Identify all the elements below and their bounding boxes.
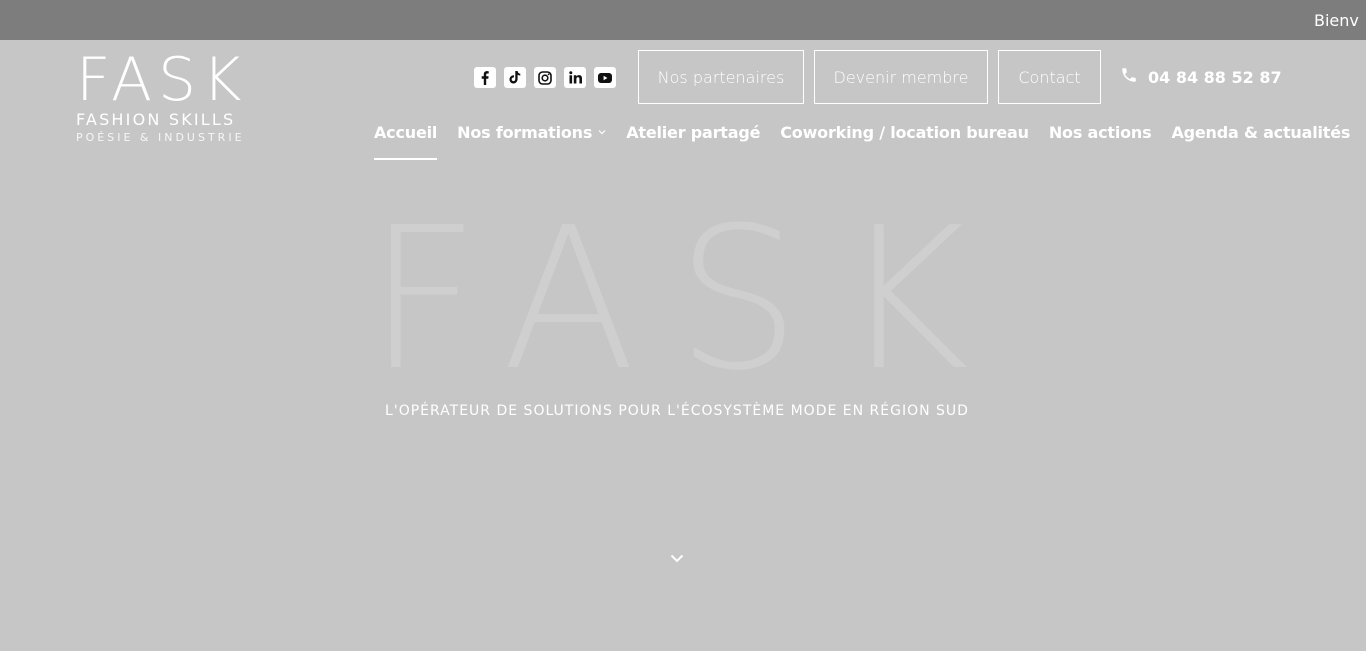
phone-link[interactable]: 04 84 88 52 87 [1120,66,1282,88]
phone-icon [1120,66,1138,88]
hero-watermark-title: FASK [367,186,1009,414]
partners-button[interactable]: Nos partenaires [638,50,804,104]
nav-label-home: Accueil [374,123,438,142]
top-banner: Bienv [0,0,1366,40]
phone-number: 04 84 88 52 87 [1148,67,1282,87]
social-links [474,67,616,88]
nav-item-home[interactable]: Accueil [374,123,438,160]
main-navigation: Accueil Nos formations Atelier partagé C… [374,123,1350,163]
linkedin-icon[interactable] [564,67,586,88]
instagram-icon[interactable] [534,67,556,88]
nav-item-workshop[interactable]: Atelier partagé [626,123,760,159]
nav-label-trainings: Nos formations [457,123,593,142]
tiktok-icon[interactable] [504,67,526,88]
scroll-down-chevron-icon[interactable] [667,548,687,568]
nav-label-workshop: Atelier partagé [626,123,761,142]
become-member-button[interactable]: Devenir membre [814,50,988,104]
top-banner-text: Bienv [1314,11,1359,30]
nav-item-actions[interactable]: Nos actions [1049,123,1152,159]
logo-main-text: FASK [76,45,248,115]
nav-item-coworking[interactable]: Coworking / location bureau [780,123,1029,159]
nav-label-coworking: Coworking / location bureau [780,123,1029,142]
nav-item-agenda[interactable]: Agenda & actualités [1171,123,1350,159]
contact-button[interactable]: Contact [998,50,1101,104]
site-logo[interactable]: FASK FASHION SKILLS POÉSIE & INDUSTRIE [76,50,266,148]
nav-label-agenda: Agenda & actualités [1171,123,1351,142]
logo-subtitle: FASHION SKILLS [76,110,236,129]
chevron-down-icon [598,127,606,138]
hero-tagline: L'OPÉRATEUR DE SOLUTIONS POUR L'ÉCOSYSTÈ… [385,403,969,419]
nav-label-actions: Nos actions [1048,123,1152,142]
facebook-icon[interactable] [474,67,496,88]
youtube-icon[interactable] [594,67,616,88]
logo-tagline: POÉSIE & INDUSTRIE [76,131,245,144]
nav-item-trainings[interactable]: Nos formations [457,123,606,159]
